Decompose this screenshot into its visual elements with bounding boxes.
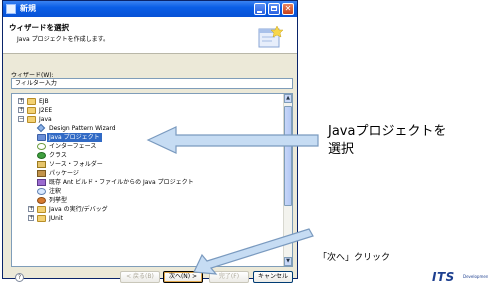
callout-click-next: 「次へ」クリック	[318, 253, 391, 263]
arrow-to-next-button	[193, 228, 314, 275]
arrow-to-java-project	[146, 126, 319, 154]
screenshot-page: 新規 ✕ ウィザードを選択 Java プロジェクトを作成します。 ウィザード(W…	[0, 0, 488, 291]
its-logo-subtitle: Development	[463, 274, 488, 279]
its-logo: ITS	[432, 270, 455, 284]
callout-line-1: Javaプロジェクトを	[328, 124, 447, 139]
callout-line-2: 選択	[328, 142, 355, 157]
callout-select-java-project: Javaプロジェクトを 選択	[328, 123, 446, 159]
